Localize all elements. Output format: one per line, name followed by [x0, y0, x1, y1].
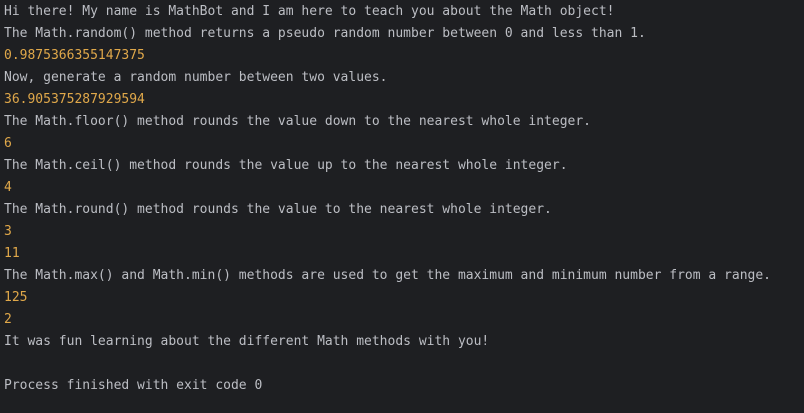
output-value-range: 36.905375287929594 [4, 92, 145, 107]
output-line-floor-description: The Math.floor() method rounds the value… [4, 114, 591, 129]
output-value-ceil: 4 [4, 180, 12, 195]
output-line-ceil-description: The Math.ceil() method rounds the value … [4, 158, 568, 173]
process-exit-status: Process finished with exit code 0 [4, 378, 263, 393]
output-line-maxmin-description: The Math.max() and Math.min() methods ar… [4, 268, 772, 283]
output-value-random: 0.9875366355147375 [4, 48, 145, 63]
output-line-intro: Hi there! My name is MathBot and I am he… [4, 4, 615, 19]
output-line-random-description: The Math.random() method returns a pseud… [4, 26, 646, 41]
output-blank-line [4, 353, 804, 375]
run-console-output[interactable]: Hi there! My name is MathBot and I am he… [0, 0, 804, 413]
output-value-round-2: 11 [4, 246, 20, 261]
output-line-range-description: Now, generate a random number between tw… [4, 70, 388, 85]
output-value-min: 2 [4, 312, 12, 327]
output-line-round-description: The Math.round() method rounds the value… [4, 202, 552, 217]
output-value-floor: 6 [4, 136, 12, 151]
output-value-round-1: 3 [4, 224, 12, 239]
output-value-max: 125 [4, 290, 28, 305]
output-line-outro: It was fun learning about the different … [4, 334, 490, 349]
